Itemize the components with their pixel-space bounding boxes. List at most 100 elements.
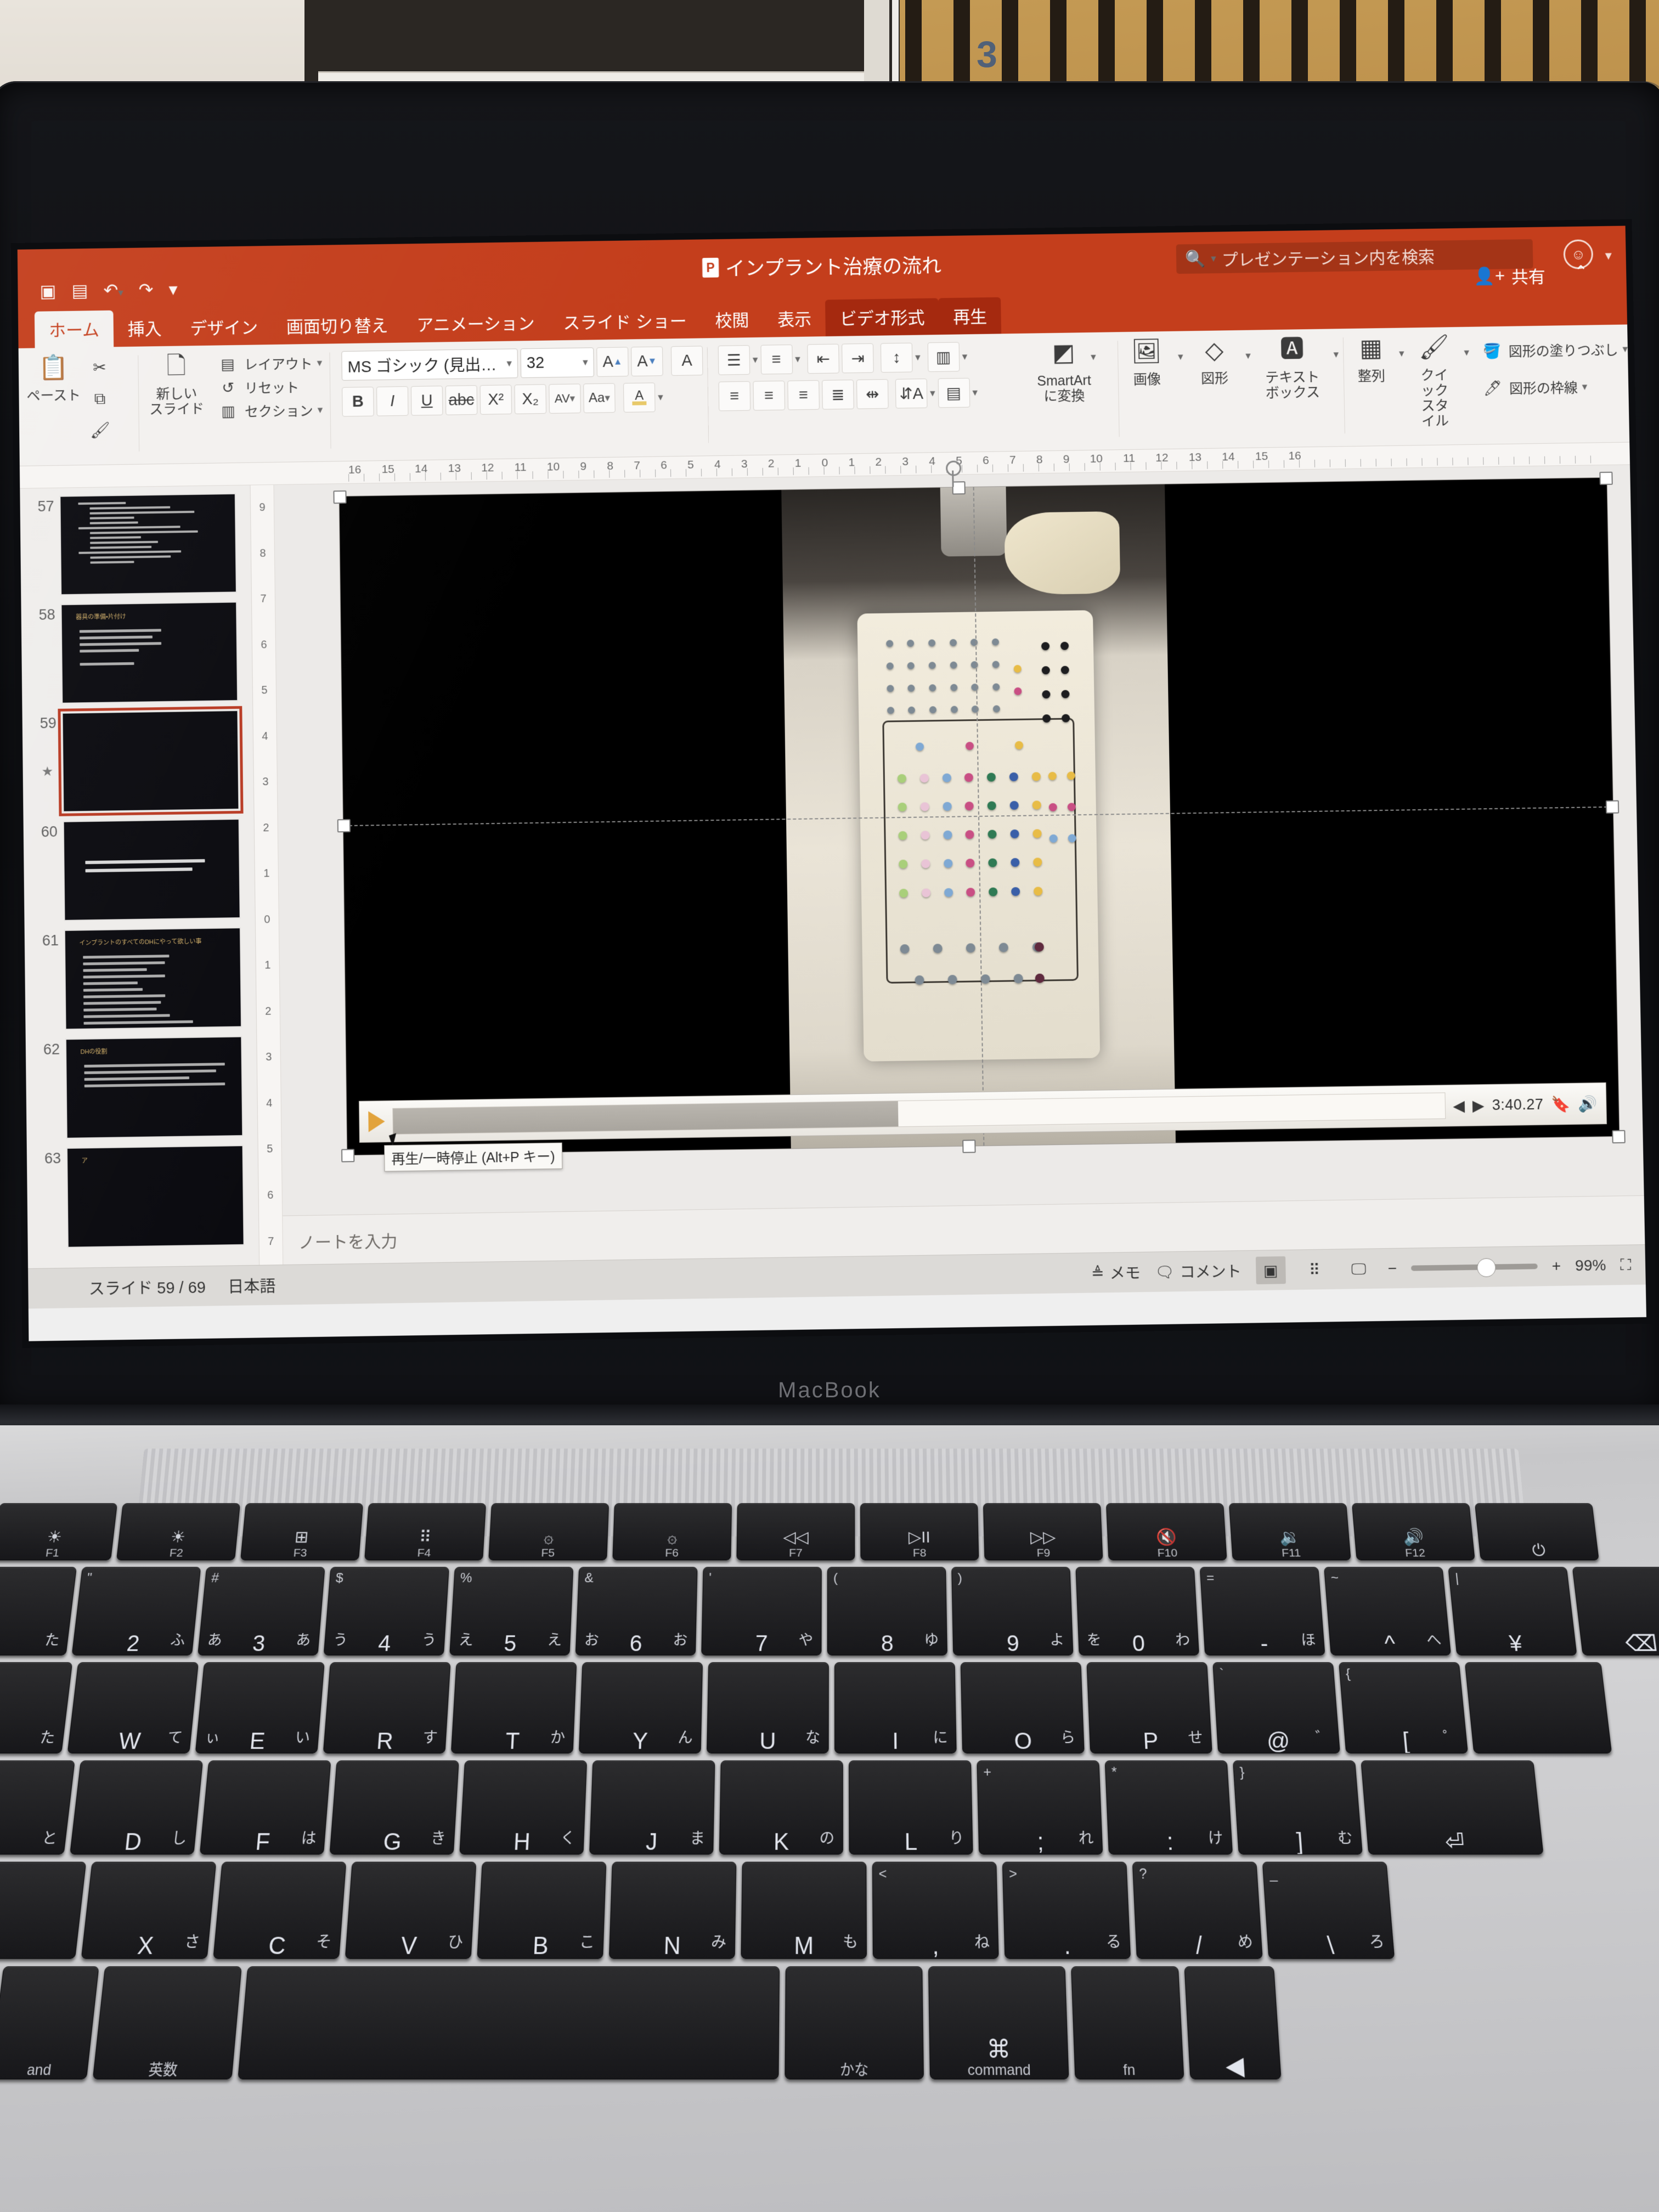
key-:[interactable]: *: け — [1105, 1760, 1233, 1855]
ribbon-tab-7[interactable]: 表示 — [763, 300, 826, 337]
key-⏎[interactable]: ⏎ — [1361, 1760, 1543, 1855]
text-direction-button[interactable]: ⇵A — [895, 379, 928, 409]
key-f6[interactable]: ۞ F6 — [612, 1503, 732, 1560]
key-かな[interactable]: かな — [785, 1966, 924, 2079]
key-n[interactable]: Nみ — [609, 1862, 736, 1959]
slide-thumbnail-panel[interactable]: 57 58 器具の準備・片付け 59 ★ 60 61 インプラントのすべてのDHにやって欲しい… — [20, 486, 259, 1268]
key-5[interactable]: % 5 ええ — [449, 1567, 573, 1655]
key-fn[interactable]: fn — [1071, 1966, 1184, 2079]
key-b[interactable]: Bこ — [477, 1862, 606, 1959]
ribbon-tab-2[interactable]: デザイン — [176, 308, 272, 346]
bold-button[interactable]: B — [342, 387, 374, 417]
selection-handle-tc[interactable] — [952, 481, 966, 494]
keyboard-qwerty-row[interactable]: た W て E いぃ R す T か Y ん U な I に O ら P せ ` @ ゛{[゜ — [0, 1662, 1612, 1753]
keyboard[interactable]: ☀ F1 ☀ F2 ⊞ F3 ⠿ F4 ۞ F5 ۞ F6 ◁◁ F7 ▷II F8 ▷▷ F9 🔇 F10 🔉 F11 🔊… — [0, 1503, 1659, 2212]
bookmark-icon[interactable]: 🔖 — [1551, 1094, 1571, 1113]
change-case-button[interactable]: Aa ▾ — [583, 383, 616, 413]
italic-button[interactable]: I — [376, 386, 409, 416]
key-blank[interactable]: た — [0, 1662, 72, 1753]
key-f2[interactable]: ☀ F2 — [116, 1503, 240, 1560]
shapes-button[interactable]: ◇ 図形 — [1197, 334, 1232, 386]
key-blank[interactable]: ⏻ — [1475, 1503, 1599, 1560]
key-v[interactable]: Vひ — [345, 1862, 476, 1959]
slide-thumbnail-item[interactable]: 60 — [24, 814, 255, 926]
key-blank[interactable]: た — [0, 1567, 77, 1655]
key-\[interactable]: _ \ ろ — [1262, 1862, 1395, 1959]
key-^[interactable]: ~ ^ へ — [1324, 1567, 1451, 1655]
save-icon[interactable]: ▤ — [71, 280, 88, 301]
selection-handle-tl[interactable] — [333, 490, 346, 504]
key-and[interactable]: and — [0, 1966, 99, 2079]
increase-indent-button[interactable]: ⇥ — [842, 343, 874, 374]
font-color-chevron-icon[interactable]: ▾ — [658, 391, 663, 404]
key-g[interactable]: Gき — [330, 1760, 459, 1855]
key-f1[interactable]: ☀ F1 — [0, 1503, 117, 1560]
key-0[interactable]: 0わを — [1075, 1567, 1199, 1655]
key-i[interactable]: Iに — [834, 1662, 957, 1753]
selection-handle-ml[interactable] — [337, 819, 351, 832]
key-9[interactable]: ) 9 よ — [951, 1567, 1073, 1655]
feedback-chevron-icon[interactable]: ▾ — [1605, 248, 1612, 264]
slide-thumbnail-preview[interactable]: ア — [66, 1145, 245, 1248]
volume-icon[interactable]: 🔊 — [1578, 1094, 1598, 1113]
key-r[interactable]: Rす — [323, 1662, 451, 1753]
play-icon[interactable] — [368, 1111, 385, 1132]
slide-thumbnail-item[interactable]: 63 ア — [27, 1141, 259, 1253]
key-4[interactable]: $4 うう — [324, 1567, 449, 1655]
arrange-button[interactable]: ▦ 整列 — [1354, 331, 1389, 384]
clear-formatting-button[interactable]: A — [671, 346, 703, 376]
quick-access-toolbar[interactable]: ▣ ▤ ↶▾ ↷ ▾ — [40, 279, 177, 301]
align-left-button[interactable]: ≡ — [719, 381, 751, 411]
language-indicator[interactable]: 日本語 — [228, 1273, 276, 1297]
slide-thumbnail-item[interactable]: 58 器具の準備・片付け — [21, 597, 252, 709]
key-@[interactable]: ` @ ゛ — [1212, 1662, 1340, 1753]
copy-button[interactable]: ⧉ — [84, 384, 116, 414]
key-2[interactable]: " 2 ふ — [72, 1567, 201, 1655]
comments-button[interactable]: 🗨 コメント — [1155, 1260, 1242, 1283]
format-painter-button[interactable]: 🖌 — [84, 416, 116, 446]
slide-thumbnail-item[interactable]: 62 DHの役割 — [26, 1031, 258, 1144]
columns-button[interactable]: ▥ — [927, 342, 960, 372]
align-right-button[interactable]: ≡ — [787, 380, 820, 410]
key-¥[interactable]: | ¥ — [1448, 1567, 1577, 1655]
ribbon-tab-1[interactable]: 挿入 — [114, 309, 176, 347]
key-][interactable]: }] む — [1233, 1760, 1363, 1855]
slide-thumbnail-preview[interactable] — [62, 710, 240, 812]
share-button[interactable]: 👤+ 共有 — [1474, 263, 1545, 289]
key-f5[interactable]: ۞ F5 — [488, 1503, 609, 1560]
key-j[interactable]: Jま — [589, 1760, 715, 1855]
key-t[interactable]: Tか — [451, 1662, 577, 1753]
slide-sorter-button[interactable]: ⠿ — [1300, 1256, 1330, 1284]
key-d[interactable]: Dし — [70, 1760, 203, 1855]
slide-thumbnail-preview[interactable]: インプラントのすべてのDHにやって欲しい事 — [64, 927, 242, 1030]
key-command[interactable]: ⌘ command — [928, 1966, 1069, 2079]
cut-button[interactable]: ✂ — [83, 352, 115, 382]
textbox-button[interactable]: 🅰 テキスト ボックス — [1265, 332, 1320, 401]
reset-button[interactable]: ↺ リセット — [216, 375, 323, 399]
decrease-indent-button[interactable]: ⇤ — [807, 344, 839, 374]
slide-thumbnail-item[interactable]: 61 インプラントのすべてのDHにやって欲しい事 — [25, 923, 257, 1035]
key-k[interactable]: Kの — [719, 1760, 843, 1855]
align-text-button[interactable]: ▤ — [938, 378, 970, 408]
key-.[interactable]: >. る — [1002, 1862, 1131, 1959]
fit-window-button[interactable]: ⛶ — [1620, 1256, 1631, 1274]
key-8[interactable]: (8 ゆ — [827, 1567, 947, 1655]
distribute-button[interactable]: ⇹ — [856, 379, 889, 409]
align-center-button[interactable]: ≡ — [753, 381, 785, 411]
keyboard-modifier-row[interactable]: ⌘ and 英数 かな ⌘command fn ◀ — [0, 1966, 1282, 2079]
font-family-select[interactable]: MS ゴシック (見出… ▾ — [341, 348, 518, 380]
key-⌫[interactable]: ⌫ — [1572, 1567, 1659, 1655]
key-x[interactable]: Xさ — [81, 1862, 217, 1959]
undo-icon[interactable]: ↶▾ — [103, 280, 123, 301]
font-color-button[interactable]: A — [623, 382, 656, 413]
line-spacing-button[interactable]: ↕ — [881, 343, 913, 373]
keyboard-bottom-letter-row[interactable]: っ X さ C そ V ひ B こ N み M も <, ね >. る? / め _ \ ろ — [0, 1862, 1395, 1959]
key-f4[interactable]: ⠿ F4 — [364, 1503, 486, 1560]
key-7[interactable]: ' 7 や — [701, 1567, 822, 1655]
key-/[interactable]: ? / め — [1132, 1862, 1263, 1959]
zoom-out-button[interactable]: − — [1387, 1260, 1397, 1277]
key-f8[interactable]: ▷II F8 — [860, 1503, 979, 1560]
key--[interactable]: = - ほ — [1200, 1567, 1325, 1655]
reading-view-button[interactable]: 🖵 — [1344, 1255, 1374, 1283]
justify-button[interactable]: ≣ — [822, 380, 854, 410]
